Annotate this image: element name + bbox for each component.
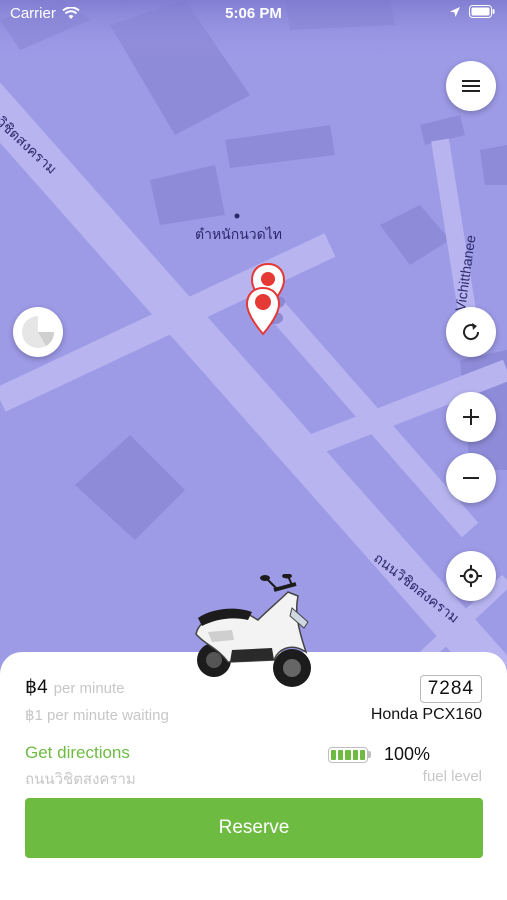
fuel-gauge (327, 746, 368, 763)
scooter-image (195, 574, 311, 687)
fuel-percent: 100% (383, 744, 430, 764)
vehicle-model: Honda PCX160 (370, 706, 482, 723)
plus-icon (463, 409, 479, 425)
hamburger-menu-icon (462, 80, 480, 92)
locate-me-button[interactable] (446, 551, 496, 601)
refresh-icon (463, 323, 480, 341)
map-label-place: ตำหนักนวดไท (195, 226, 283, 242)
crosshair-icon (460, 565, 482, 587)
location-arrow-icon (450, 6, 460, 17)
compass-icon (22, 316, 55, 348)
menu-button[interactable] (446, 61, 496, 111)
status-bar: Carrier 5:06 PM (0, 0, 507, 28)
license-plate: 7284 (419, 675, 482, 703)
zoom-out-button[interactable] (446, 453, 496, 503)
clock: 5:06 PM (225, 5, 282, 22)
fuel-row: 100% (327, 744, 430, 765)
price-row: ฿4 per minute (25, 676, 125, 699)
get-directions-link[interactable]: Get directions (25, 743, 130, 763)
compass-button[interactable] (13, 307, 63, 357)
price-unit: per minute (53, 680, 125, 697)
status-right (449, 5, 495, 18)
waiting-price: ฿1 per minute waiting (25, 707, 169, 724)
price-value: ฿4 (25, 677, 48, 698)
battery-icon (469, 5, 495, 18)
refresh-button[interactable] (446, 307, 496, 357)
street-name: ถนนวิชิตสงคราม (25, 771, 136, 788)
fuel-label: fuel level (422, 768, 482, 785)
map-pin-vehicle[interactable] (245, 286, 285, 338)
minus-icon (463, 477, 479, 479)
reserve-button[interactable]: Reserve (25, 798, 483, 858)
zoom-in-button[interactable] (446, 392, 496, 442)
fuel-battery-icon (327, 746, 371, 763)
